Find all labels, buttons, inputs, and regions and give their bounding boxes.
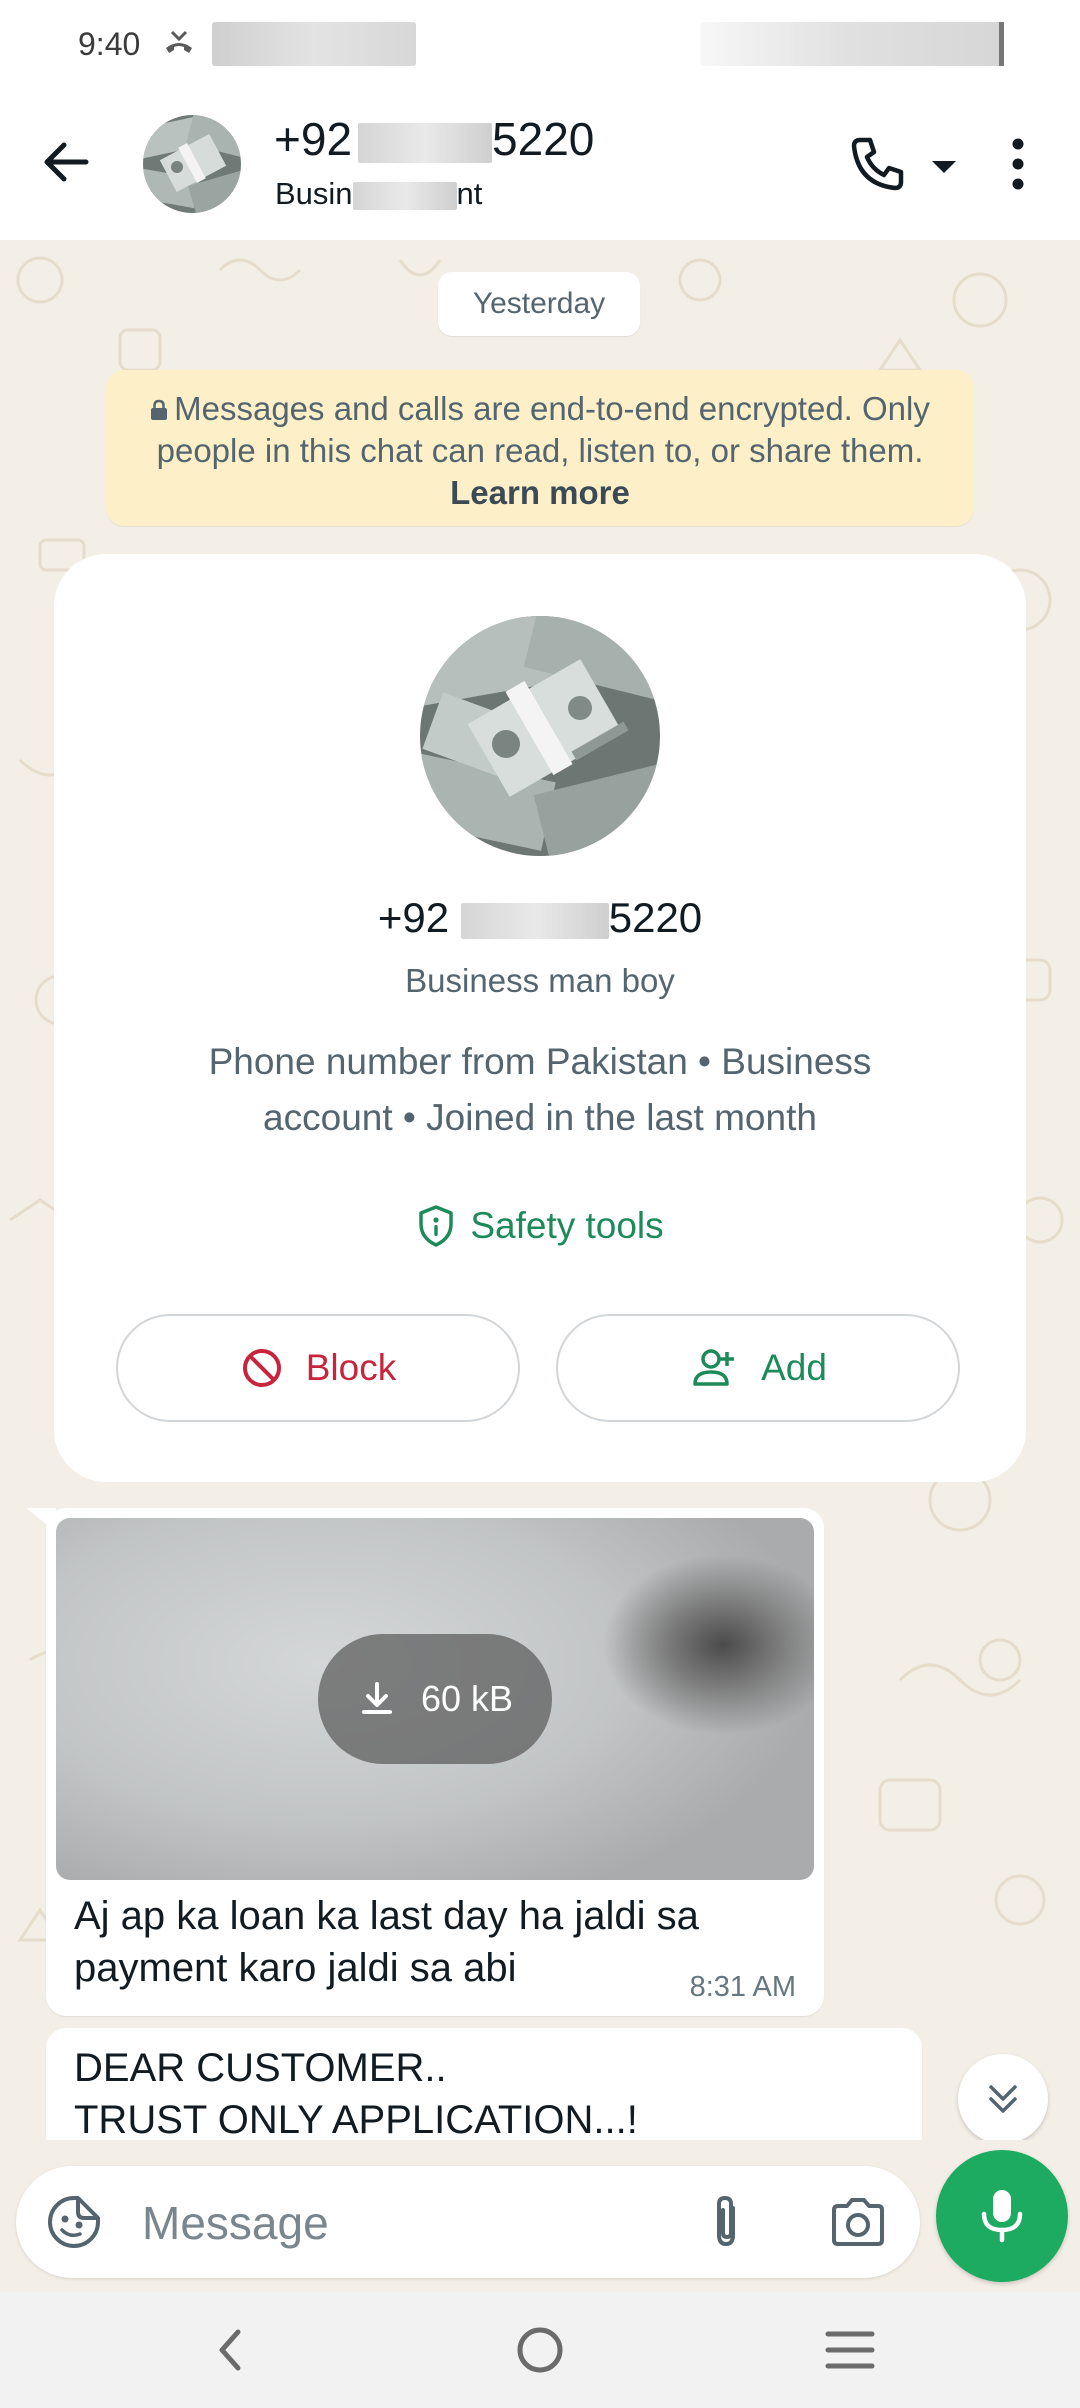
message-text: DEAR CUSTOMER.. TRUST ONLY APPLICATION..… — [74, 2042, 638, 2140]
contact-avatar[interactable] — [143, 115, 241, 213]
subtitle-suffix: nt — [456, 176, 483, 211]
nav-recents-icon[interactable] — [820, 2320, 880, 2380]
paperclip-icon[interactable] — [702, 2192, 752, 2252]
blurred-image-thumbnail[interactable]: 60 kB — [56, 1518, 814, 1880]
back-arrow-icon[interactable] — [36, 132, 96, 192]
message-composer[interactable] — [16, 2166, 920, 2278]
missed-call-icon — [166, 30, 192, 53]
date-chip: Yesterday — [438, 272, 640, 336]
incoming-text-message[interactable]: DEAR CUSTOMER.. TRUST ONLY APPLICATION..… — [46, 2028, 922, 2140]
profile-description: Phone number from Pakistan • Business ac… — [208, 1041, 872, 1138]
chat-subtitle[interactable]: Busin nt — [275, 176, 482, 212]
profile-name: Business man boy — [405, 962, 675, 999]
redacted-digits — [460, 902, 609, 939]
incoming-media-message[interactable]: 60 kB Aj ap ka loan ka last day ha jaldi… — [46, 1508, 824, 2016]
more-vertical-icon[interactable] — [1000, 132, 1036, 196]
sticker-icon[interactable] — [46, 2194, 102, 2250]
contact-profile-photo[interactable] — [420, 616, 660, 856]
nav-back-icon[interactable] — [202, 2320, 262, 2380]
safety-tools-label: Safety tools — [470, 1205, 664, 1246]
microphone-icon — [981, 2190, 1023, 2243]
money-stack-image — [143, 115, 241, 213]
profile-phone-number: +92 5220 — [54, 894, 1026, 942]
add-contact-button[interactable]: Add — [556, 1314, 960, 1422]
chat-title[interactable]: +92 5220 — [274, 112, 594, 166]
block-icon — [242, 1349, 281, 1387]
phone-prefix: +92 — [377, 894, 450, 941]
chat-area[interactable]: Yesterday Messages and calls are end-to-… — [0, 240, 1080, 2140]
redacted-digits — [358, 122, 493, 163]
dropdown-triangle-icon[interactable] — [930, 158, 958, 176]
add-label: Add — [761, 1347, 827, 1388]
message-time: 8:31 AM — [689, 1971, 796, 2003]
status-time: 9:40 — [78, 26, 141, 62]
message-input[interactable] — [142, 2188, 662, 2258]
redacted-text — [352, 181, 457, 210]
message-line: TRUST ONLY APPLICATION...! — [74, 2098, 638, 2140]
system-navigation-bar — [0, 2292, 1080, 2408]
encryption-text: Messages and calls are end-to-end encryp… — [156, 390, 930, 469]
phone-suffix: 5220 — [608, 894, 703, 941]
double-chevron-down-icon — [989, 2085, 1017, 2113]
camera-icon[interactable] — [828, 2192, 888, 2252]
status-redacted-area — [212, 22, 416, 66]
message-text: Aj ap ka loan ka last day ha jaldi sa pa… — [74, 1894, 699, 1990]
chat-header: +92 5220 Busin nt — [0, 90, 1080, 240]
phone-icon[interactable] — [846, 132, 910, 196]
shield-icon — [419, 1205, 454, 1247]
subtitle-prefix: Busin — [275, 176, 353, 211]
download-button[interactable]: 60 kB — [318, 1634, 552, 1764]
status-bar: 9:40 — [0, 0, 1080, 90]
add-person-icon — [693, 1349, 735, 1386]
voice-message-button[interactable] — [936, 2150, 1068, 2282]
message-line: DEAR CUSTOMER.. — [74, 2046, 447, 2090]
download-size: 60 kB — [420, 1678, 514, 1719]
encryption-notice[interactable]: Messages and calls are end-to-end encryp… — [106, 370, 974, 526]
download-icon — [361, 1682, 392, 1714]
contact-profile-card: +92 5220 Business man boy Phone number f… — [54, 554, 1026, 1482]
block-button[interactable]: Block — [116, 1314, 520, 1422]
safety-tools-link[interactable]: Safety tools — [54, 1204, 1026, 1248]
nav-home-icon[interactable] — [510, 2320, 570, 2380]
lock-icon — [151, 399, 168, 420]
money-stack-image — [420, 616, 660, 856]
title-suffix: 5220 — [492, 113, 595, 165]
title-prefix: +92 — [274, 113, 353, 165]
scroll-to-bottom-button[interactable] — [958, 2054, 1048, 2140]
block-label: Block — [305, 1347, 397, 1388]
status-redacted-area — [700, 22, 1004, 66]
learn-more-link[interactable]: Learn more — [450, 474, 630, 511]
